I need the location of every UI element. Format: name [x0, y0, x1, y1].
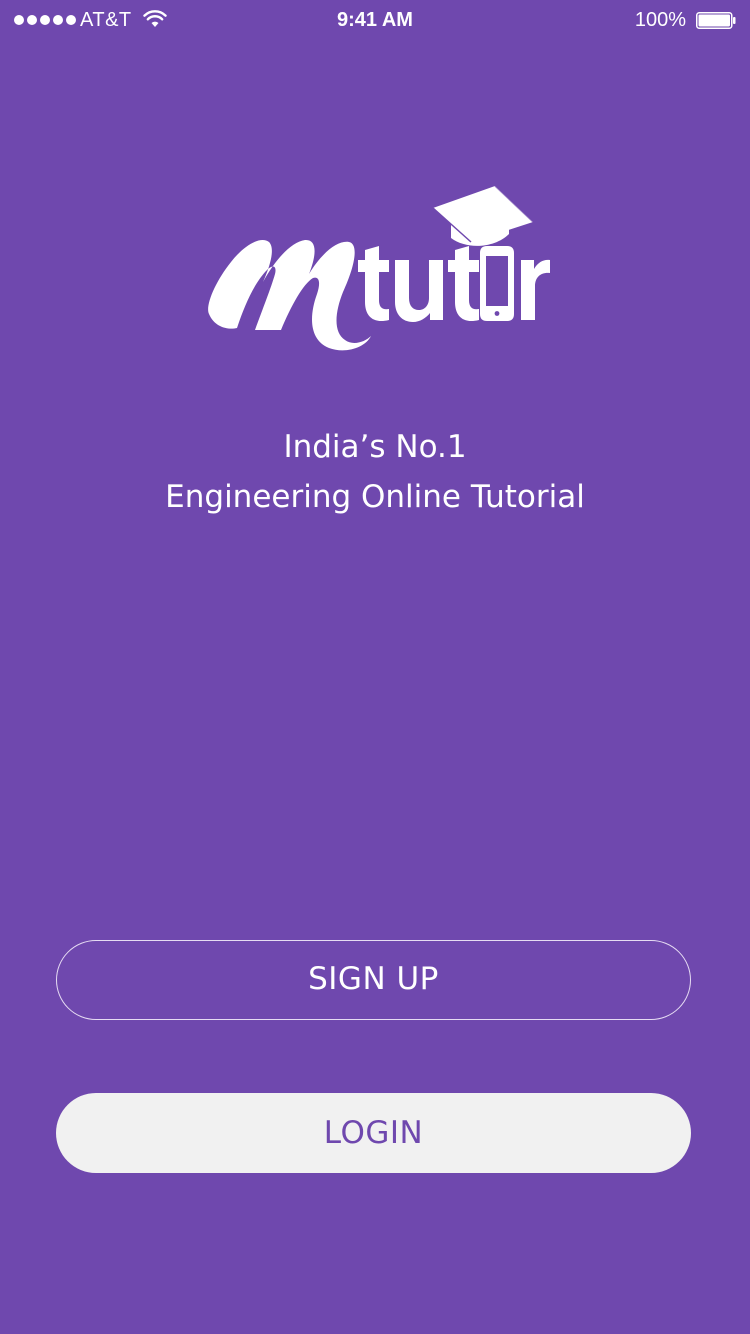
tagline-line-1: India’s No.1 — [283, 429, 467, 465]
status-bar: AT&T 9:41 AM 100% — [0, 0, 750, 40]
tagline: India’s No.1 Engineering Online Tutorial — [0, 422, 750, 522]
tagline-line-2: Engineering Online Tutorial — [165, 479, 585, 515]
battery-full-icon — [696, 12, 736, 29]
battery-percentage: 100% — [634, 9, 686, 31]
splash-screen: AT&T 9:41 AM 100% India’s No.1 Engineeri… — [0, 0, 750, 1334]
sign-up-button[interactable]: SIGN UP — [56, 940, 691, 1020]
login-button[interactable]: LOGIN — [56, 1093, 691, 1173]
mtutor-logo — [208, 185, 550, 351]
